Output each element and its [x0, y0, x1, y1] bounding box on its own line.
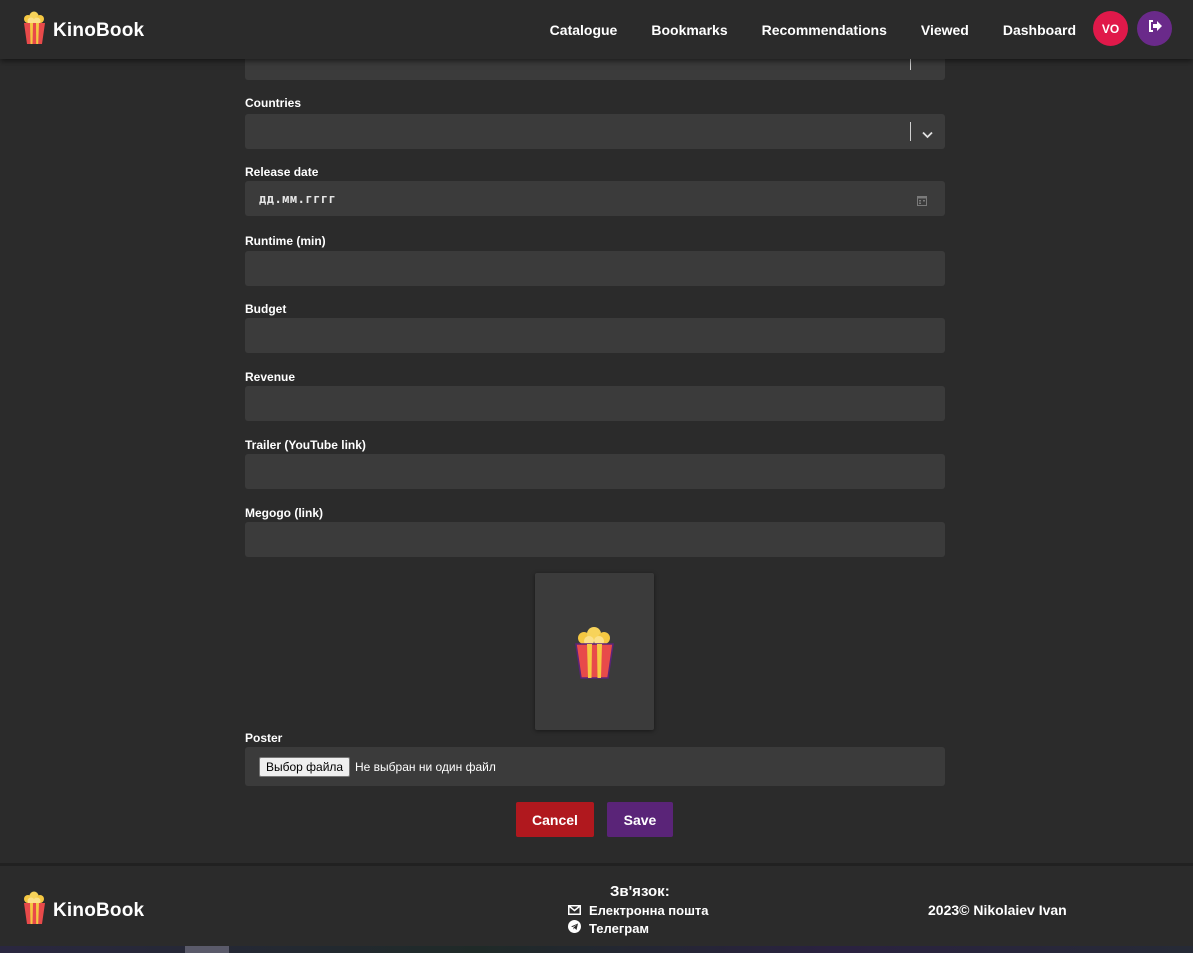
nav-bookmarks[interactable]: Bookmarks	[651, 22, 727, 38]
release-date-input[interactable]: дд.мм.гггг	[245, 181, 945, 216]
runtime-input[interactable]	[245, 251, 945, 286]
choose-file-button[interactable]: Выбор файла	[259, 757, 351, 777]
date-placeholder: дд.мм.гггг	[259, 192, 337, 206]
footer-brand-name: KinoBook	[53, 899, 145, 921]
calendar-icon[interactable]	[917, 193, 927, 211]
envelope-icon	[568, 903, 581, 918]
cancel-button[interactable]: Cancel	[516, 802, 594, 837]
main-nav: Catalogue Bookmarks Recommendations View…	[516, 0, 1076, 59]
countries-label: Countries	[245, 96, 302, 110]
telegram-label: Телеграм	[589, 920, 650, 936]
page-bottom-block	[185, 946, 229, 953]
trailer-label: Trailer (YouTube link)	[245, 438, 366, 452]
email-label: Електронна пошта	[589, 903, 709, 918]
brand-name: KinoBook	[53, 19, 145, 41]
revenue-input[interactable]	[245, 386, 945, 421]
poster-label: Poster	[245, 731, 283, 745]
nav-dashboard[interactable]: Dashboard	[1003, 22, 1076, 38]
popcorn-logo-icon	[22, 11, 47, 50]
trailer-input[interactable]	[245, 454, 945, 489]
poster-preview	[535, 573, 654, 730]
user-avatar[interactable]: VO	[1093, 11, 1128, 46]
file-status: Не выбран ни один файл	[355, 760, 496, 774]
contact-title: Зв'язок:	[610, 883, 670, 900]
budget-label: Budget	[245, 302, 287, 316]
footer: KinoBook Зв'язок: Електронна пошта Телег…	[0, 863, 1193, 953]
nav-recommendations[interactable]: Recommendations	[762, 22, 887, 38]
nav-viewed[interactable]: Viewed	[921, 22, 969, 38]
telegram-icon	[568, 920, 581, 936]
logout-icon	[1147, 19, 1163, 38]
runtime-label: Runtime (min)	[245, 234, 326, 248]
megogo-label: Megogo (link)	[245, 506, 323, 520]
popcorn-placeholder-icon	[574, 626, 615, 684]
megogo-input[interactable]	[245, 522, 945, 557]
countries-select[interactable]	[245, 114, 945, 149]
save-button[interactable]: Save	[607, 802, 673, 837]
footer-brand-link[interactable]: KinoBook	[22, 891, 144, 930]
logout-button[interactable]	[1137, 11, 1172, 46]
release-date-label: Release date	[245, 165, 319, 179]
top-navbar: KinoBook Catalogue Bookmarks Recommendat…	[0, 0, 1193, 59]
poster-file-input: Выбор файла Не выбран ни один файл	[245, 747, 945, 786]
budget-input[interactable]	[245, 318, 945, 353]
revenue-label: Revenue	[245, 370, 296, 384]
telegram-link[interactable]: Телеграм	[568, 920, 649, 936]
page-bottom-edge	[0, 946, 1193, 953]
email-link[interactable]: Електронна пошта	[568, 903, 709, 918]
genres-select[interactable]	[245, 56, 945, 80]
brand-link[interactable]: KinoBook	[22, 11, 144, 50]
nav-catalogue[interactable]: Catalogue	[550, 22, 618, 38]
select-separator	[910, 122, 911, 141]
popcorn-logo-icon	[22, 891, 47, 930]
chevron-down-icon[interactable]	[922, 126, 933, 144]
copyright: 2023© Nikolaiev Ivan	[928, 902, 1067, 918]
